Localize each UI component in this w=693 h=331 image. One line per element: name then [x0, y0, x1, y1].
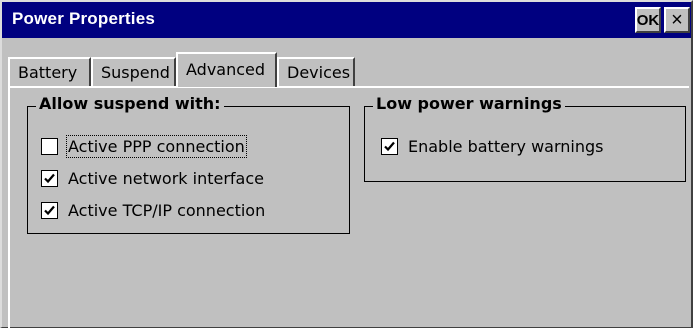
tab-advanced[interactable]: Advanced	[176, 52, 277, 87]
checkmark-icon	[44, 173, 55, 184]
title-bar: Power Properties OK ×	[2, 2, 691, 38]
tab-suspend[interactable]: Suspend	[91, 57, 176, 87]
checkbox-box[interactable]	[41, 170, 58, 187]
checkbox-box[interactable]	[41, 138, 58, 155]
low-power-title: Low power warnings	[373, 94, 565, 113]
checkmark-icon	[384, 141, 395, 152]
allow-suspend-title: Allow suspend with:	[36, 94, 224, 113]
active-tcpip-checkbox[interactable]: Active TCP/IP connection	[41, 201, 265, 220]
checkbox-label: Active TCP/IP connection	[68, 201, 266, 220]
advanced-tab-panel: Allow suspend with: Active PPP connectio…	[8, 86, 689, 331]
checkbox-label: Active PPP connection	[66, 135, 247, 158]
checkbox-label: Active network interface	[68, 169, 264, 188]
ok-button[interactable]: OK	[635, 7, 661, 33]
active-ppp-checkbox[interactable]: Active PPP connection	[41, 135, 247, 158]
checkbox-box[interactable]	[41, 202, 58, 219]
checkbox-box[interactable]	[381, 138, 398, 155]
checkbox-label: Enable battery warnings	[408, 137, 604, 156]
window-title: Power Properties	[12, 9, 156, 28]
active-network-checkbox[interactable]: Active network interface	[41, 169, 264, 188]
checkmark-icon	[44, 205, 55, 216]
enable-battery-warnings-checkbox[interactable]: Enable battery warnings	[381, 137, 603, 156]
close-icon: ×	[671, 8, 683, 31]
allow-suspend-groupbox: Allow suspend with: Active PPP connectio…	[27, 94, 350, 234]
tab-battery[interactable]: Battery	[8, 57, 91, 87]
power-properties-window: Power Properties OK × Battery Suspend Ad…	[0, 0, 693, 331]
low-power-groupbox: Low power warnings Enable battery warnin…	[364, 94, 686, 182]
close-button[interactable]: ×	[664, 7, 690, 33]
tab-devices[interactable]: Devices	[277, 57, 355, 87]
